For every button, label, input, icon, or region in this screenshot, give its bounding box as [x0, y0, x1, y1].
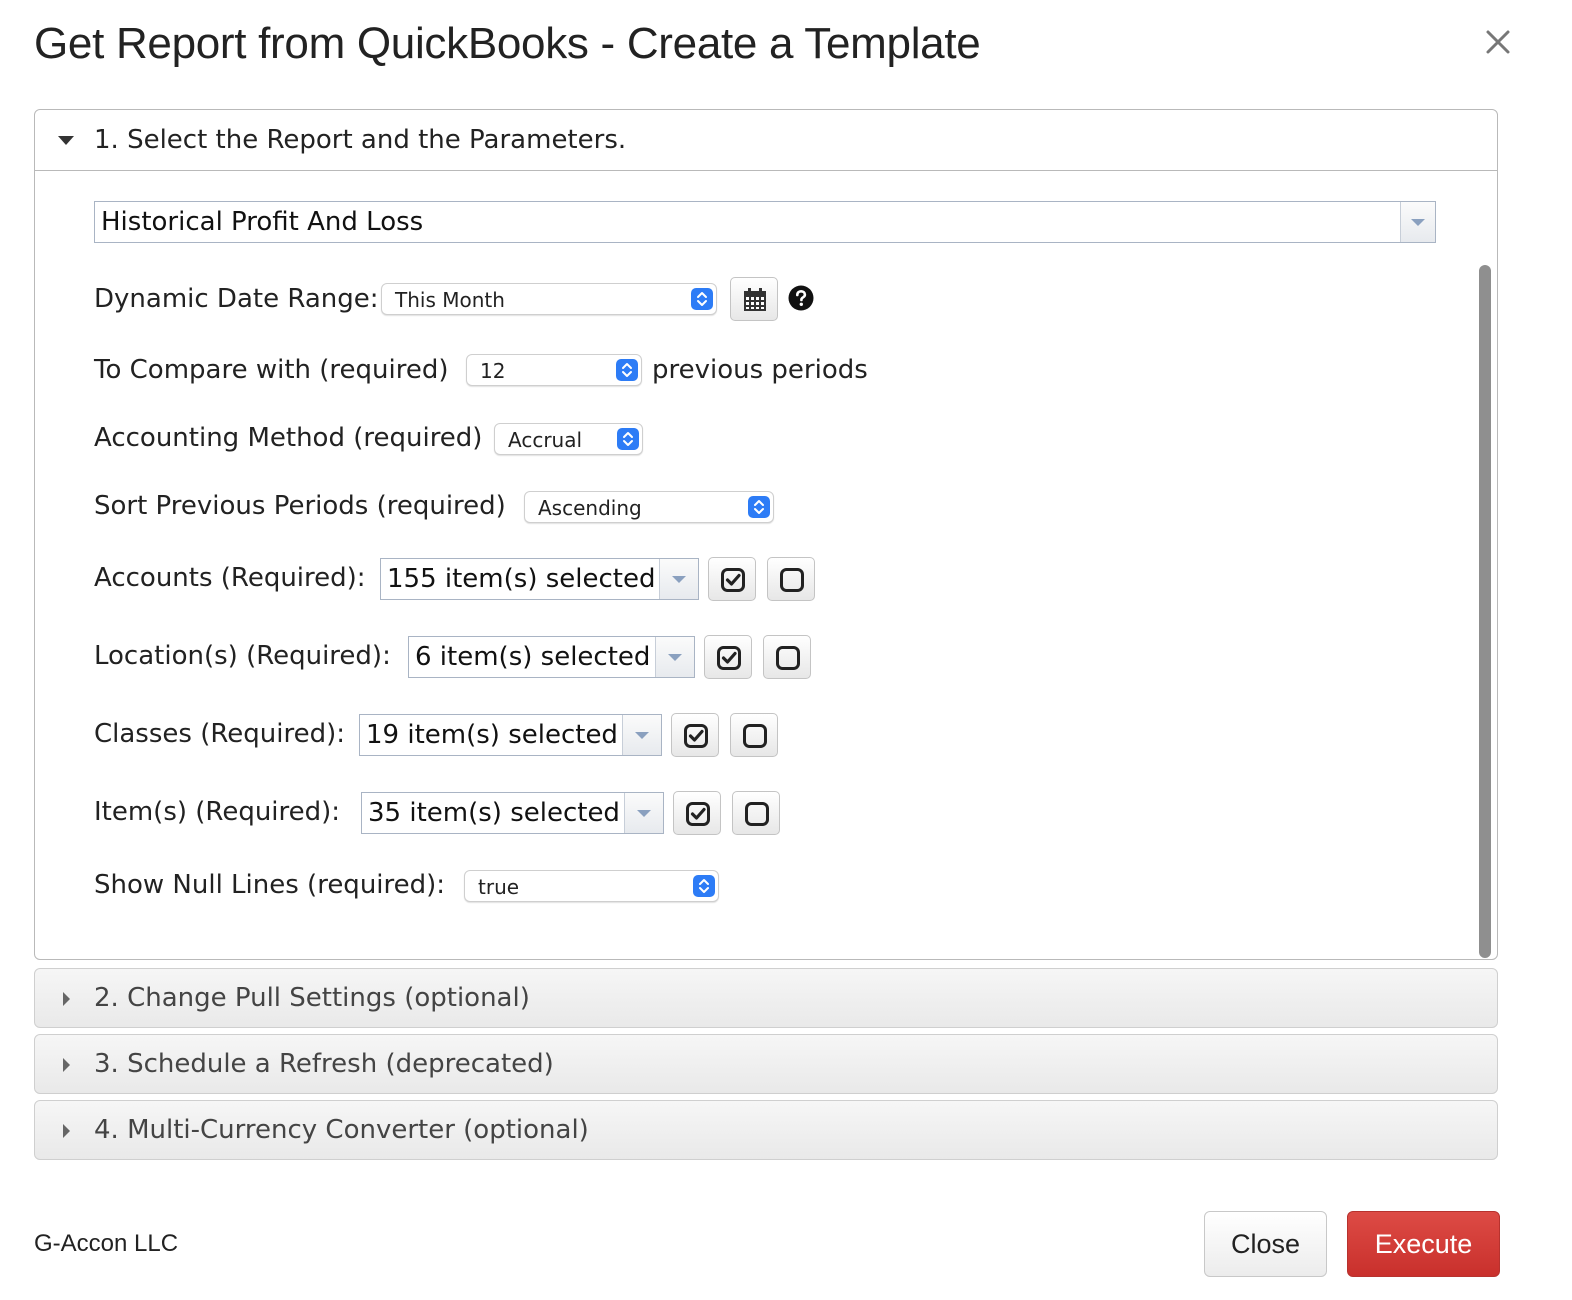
- compare-periods-value: 12: [480, 359, 506, 383]
- locations-label: Location(s) (Required):: [94, 641, 391, 671]
- compare-suffix: previous periods: [652, 355, 868, 385]
- items-clear-button[interactable]: [732, 791, 780, 835]
- dropdown-arrow-icon[interactable]: [655, 637, 694, 677]
- scrollbar-thumb[interactable]: [1479, 265, 1491, 958]
- null-lines-value: true: [478, 875, 520, 899]
- accounts-label: Accounts (Required):: [94, 563, 366, 593]
- null-lines-select[interactable]: true: [464, 870, 719, 902]
- classes-value: 19 item(s) selected: [366, 720, 618, 750]
- empty-square-icon: [780, 568, 804, 592]
- locations-select-all-button[interactable]: [704, 635, 752, 679]
- section-multi-currency[interactable]: 4. Multi-Currency Converter (optional): [34, 1100, 1498, 1160]
- items-multiselect[interactable]: 35 item(s) selected: [361, 792, 664, 834]
- sort-label: Sort Previous Periods (required): [94, 491, 506, 521]
- empty-square-icon: [776, 646, 800, 670]
- section-label: 4. Multi-Currency Converter (optional): [94, 1115, 589, 1145]
- select-stepper-icon: [748, 496, 770, 518]
- section-select-report: 1. Select the Report and the Parameters.…: [34, 109, 1498, 960]
- accounts-multiselect[interactable]: 155 item(s) selected: [380, 558, 699, 600]
- section-schedule-refresh[interactable]: 3. Schedule a Refresh (deprecated): [34, 1034, 1498, 1094]
- close-button[interactable]: Close: [1204, 1211, 1327, 1277]
- dialog-title: Get Report from QuickBooks - Create a Te…: [34, 19, 981, 68]
- items-value: 35 item(s) selected: [368, 798, 620, 828]
- classes-multiselect[interactable]: 19 item(s) selected: [359, 714, 662, 756]
- calendar-icon: [744, 288, 766, 311]
- dropdown-arrow-icon[interactable]: [1400, 202, 1435, 242]
- select-stepper-icon: [616, 359, 638, 381]
- compare-label: To Compare with (required): [94, 355, 449, 385]
- check-square-icon: [717, 646, 741, 670]
- classes-clear-button[interactable]: [730, 713, 778, 757]
- triangle-right-icon: [63, 992, 70, 1006]
- check-square-icon: [686, 802, 710, 826]
- footer-brand: G-Accon LLC: [34, 1230, 179, 1257]
- dropdown-arrow-icon[interactable]: [659, 559, 698, 599]
- calendar-button[interactable]: [730, 277, 778, 321]
- empty-square-icon: [745, 802, 769, 826]
- triangle-right-icon: [63, 1058, 70, 1072]
- compare-periods-select[interactable]: 12: [466, 354, 642, 386]
- date-range-value: This Month: [395, 288, 505, 312]
- items-label: Item(s) (Required):: [94, 797, 341, 827]
- classes-select-all-button[interactable]: [671, 713, 719, 757]
- empty-square-icon: [743, 724, 767, 748]
- question-circle-icon[interactable]: [788, 285, 814, 311]
- report-select-value: Historical Profit And Loss: [101, 207, 424, 237]
- triangle-right-icon: [63, 1124, 70, 1138]
- sort-periods-value: Ascending: [538, 496, 642, 520]
- section-label: 3. Schedule a Refresh (deprecated): [94, 1049, 554, 1079]
- check-square-icon: [721, 568, 745, 592]
- close-icon[interactable]: [1478, 22, 1518, 62]
- accounts-value: 155 item(s) selected: [387, 564, 656, 594]
- date-range-select[interactable]: This Month: [381, 283, 717, 315]
- locations-value: 6 item(s) selected: [415, 642, 651, 672]
- method-label: Accounting Method (required): [94, 423, 483, 453]
- dropdown-arrow-icon[interactable]: [624, 793, 663, 833]
- classes-label: Classes (Required):: [94, 719, 345, 749]
- triangle-down-icon: [58, 136, 74, 145]
- locations-clear-button[interactable]: [763, 635, 811, 679]
- execute-button[interactable]: Execute: [1347, 1211, 1500, 1277]
- select-stepper-icon: [691, 288, 713, 310]
- select-stepper-icon: [617, 428, 639, 450]
- null-lines-label: Show Null Lines (required):: [94, 870, 446, 900]
- section-header-select-report[interactable]: 1. Select the Report and the Parameters.: [35, 110, 1497, 171]
- accounting-method-select[interactable]: Accrual: [494, 423, 643, 455]
- check-square-icon: [684, 724, 708, 748]
- select-stepper-icon: [693, 875, 715, 897]
- date-range-label: Dynamic Date Range:: [94, 284, 379, 314]
- accounts-select-all-button[interactable]: [708, 557, 756, 601]
- sort-periods-select[interactable]: Ascending: [524, 491, 774, 523]
- dropdown-arrow-icon[interactable]: [622, 715, 661, 755]
- locations-multiselect[interactable]: 6 item(s) selected: [408, 636, 695, 678]
- section-label: 2. Change Pull Settings (optional): [94, 983, 530, 1013]
- section-label: 1. Select the Report and the Parameters.: [94, 125, 627, 155]
- items-select-all-button[interactable]: [673, 791, 721, 835]
- accounting-method-value: Accrual: [508, 428, 583, 452]
- section-pull-settings[interactable]: 2. Change Pull Settings (optional): [34, 968, 1498, 1028]
- report-select[interactable]: Historical Profit And Loss: [94, 201, 1436, 243]
- accounts-clear-button[interactable]: [767, 557, 815, 601]
